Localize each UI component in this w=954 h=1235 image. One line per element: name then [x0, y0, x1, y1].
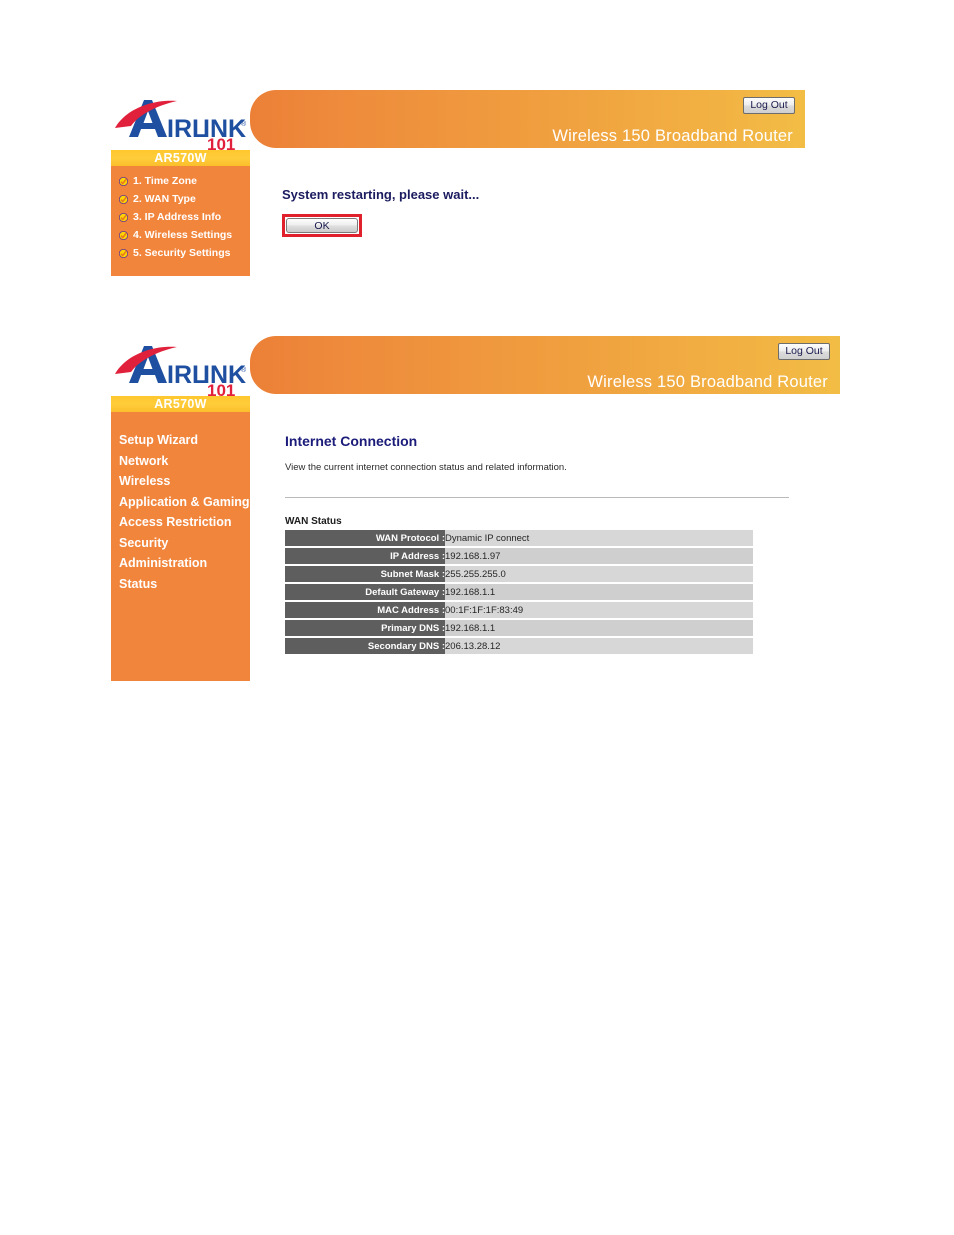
sidebar-step-label: 4. Wireless Settings [133, 229, 233, 241]
model-name-banner: AR570W [111, 150, 250, 166]
check-circle-icon [118, 176, 129, 186]
wan-status-table: WAN Protocol : Dynamic IP connect IP Add… [285, 530, 753, 656]
sidebar-step-wireless-settings[interactable]: 4. Wireless Settings [111, 226, 250, 244]
wan-status-key: Default Gateway : [285, 583, 445, 602]
sidebar-step-label: 3. IP Address Info [133, 211, 222, 223]
check-circle-icon [118, 230, 129, 240]
sidebar-item-administration[interactable]: Administration [111, 553, 250, 574]
panel1-content: System restarting, please wait... OK [250, 148, 841, 288]
sidebar-step-wan-type[interactable]: 2. WAN Type [111, 190, 250, 208]
table-row: Primary DNS : 192.168.1.1 [285, 619, 753, 638]
panel1-header-title: Wireless 150 Broadband Router [552, 127, 793, 145]
sidebar-step-label: 1. Time Zone [133, 175, 197, 187]
svg-text:IRL: IRL [167, 361, 207, 389]
wan-status-label: WAN Status [285, 516, 342, 527]
airlink-logo-glyphs: IRL INK ® 101 [115, 100, 247, 150]
sidebar-step-label: 2. WAN Type [133, 193, 196, 205]
ok-button-annotation: OK [282, 214, 362, 237]
wan-status-key: Secondary DNS : [285, 637, 445, 656]
sidebar-item-network[interactable]: Network [111, 451, 250, 472]
router-panel-restarting: Log Out Wireless 150 Broadband Router IR… [111, 88, 841, 288]
check-circle-icon [118, 212, 129, 222]
wan-status-key: Primary DNS : [285, 619, 445, 638]
panel1-header-bar: Log Out Wireless 150 Broadband Router [250, 90, 805, 148]
table-row: Subnet Mask : 255.255.255.0 [285, 565, 753, 584]
page-title: Internet Connection [285, 433, 418, 449]
svg-text:®: ® [241, 120, 247, 128]
sidebar-step-security-settings[interactable]: 5. Security Settings [111, 244, 250, 262]
airlink-logo: IRL INK ® 101 [111, 334, 250, 396]
sidebar-item-status[interactable]: Status [111, 574, 250, 595]
check-circle-icon [118, 248, 129, 258]
sidebar-item-application-gaming[interactable]: Application & Gaming [111, 492, 250, 513]
wan-status-value: Dynamic IP connect [445, 530, 753, 548]
check-circle-icon [118, 194, 129, 204]
wan-status-value: 255.255.255.0 [445, 565, 753, 584]
panel2-header-title: Wireless 150 Broadband Router [587, 373, 828, 391]
wan-status-value: 192.168.1.1 [445, 619, 753, 638]
wan-status-key: Subnet Mask : [285, 565, 445, 584]
main-navigation-list: Setup Wizard Network Wireless Applicatio… [111, 412, 250, 594]
wan-status-key: MAC Address : [285, 601, 445, 620]
wan-status-key: WAN Protocol : [285, 530, 445, 548]
wan-status-value: 192.168.1.97 [445, 547, 753, 566]
sidebar-step-time-zone[interactable]: 1. Time Zone [111, 172, 250, 190]
wan-status-key: IP Address : [285, 547, 445, 566]
wan-status-value: 00:1F:1F:1F:83:49 [445, 601, 753, 620]
sidebar-step-ip-address-info[interactable]: 3. IP Address Info [111, 208, 250, 226]
sidebar-item-access-restriction[interactable]: Access Restriction [111, 512, 250, 533]
panel2-header-bar: Log Out Wireless 150 Broadband Router [250, 336, 840, 394]
ok-button[interactable]: OK [286, 218, 358, 233]
airlink-logo-glyphs: IRL INK ® 101 [115, 346, 247, 396]
panel1-sidebar: AR570W 1. Time Zone 2. WAN Type 3. IP Ad… [111, 150, 250, 276]
panel2-content: Internet Connection View the current int… [250, 396, 841, 681]
logout-button[interactable]: Log Out [743, 97, 795, 114]
svg-text:101: 101 [207, 135, 235, 150]
model-name-banner: AR570W [111, 396, 250, 412]
setup-wizard-step-list: 1. Time Zone 2. WAN Type 3. IP Address I… [111, 166, 250, 262]
wan-status-value: 192.168.1.1 [445, 583, 753, 602]
sidebar-item-wireless[interactable]: Wireless [111, 471, 250, 492]
table-row: Default Gateway : 192.168.1.1 [285, 583, 753, 602]
table-row: Secondary DNS : 206.13.28.12 [285, 637, 753, 656]
table-row: WAN Protocol : Dynamic IP connect [285, 530, 753, 548]
table-row: MAC Address : 00:1F:1F:1F:83:49 [285, 601, 753, 620]
page-description: View the current internet connection sta… [285, 462, 567, 473]
table-row: IP Address : 192.168.1.97 [285, 547, 753, 566]
airlink-logo: IRL INK ® 101 [111, 88, 250, 150]
svg-text:IRL: IRL [167, 115, 207, 143]
sidebar-item-setup-wizard[interactable]: Setup Wizard [111, 430, 250, 451]
sidebar-item-security[interactable]: Security [111, 533, 250, 554]
svg-text:®: ® [241, 366, 247, 374]
system-restarting-message: System restarting, please wait... [282, 187, 480, 202]
panel2-sidebar: AR570W Setup Wizard Network Wireless App… [111, 396, 250, 681]
svg-text:101: 101 [207, 381, 235, 396]
logout-button[interactable]: Log Out [778, 343, 830, 360]
wan-status-value: 206.13.28.12 [445, 637, 753, 656]
sidebar-step-label: 5. Security Settings [133, 247, 231, 259]
router-panel-internet-connection: Log Out Wireless 150 Broadband Router IR… [111, 334, 841, 684]
content-divider [285, 497, 789, 498]
